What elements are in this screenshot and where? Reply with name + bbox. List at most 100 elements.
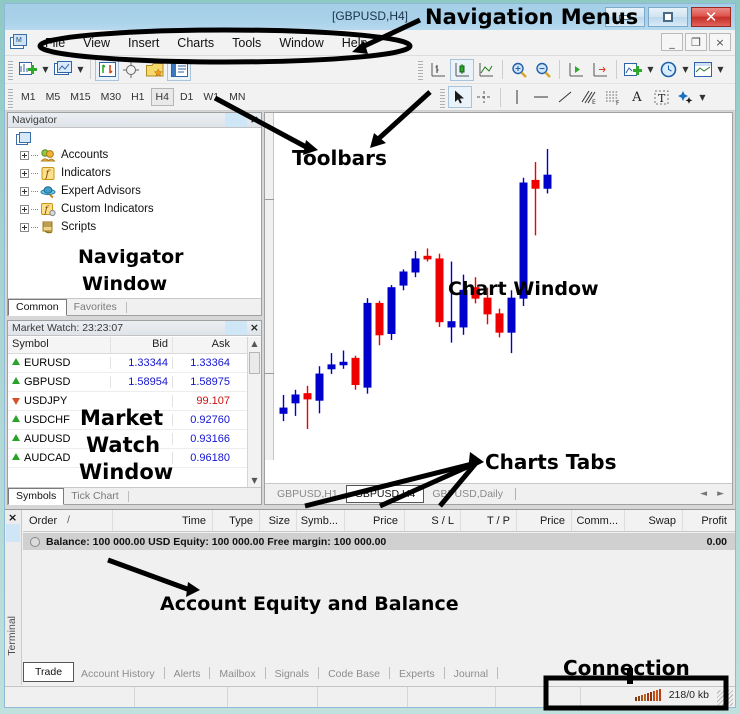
chart-shift-icon[interactable]	[588, 59, 612, 81]
new-chart-icon[interactable]	[16, 59, 40, 81]
shapes-icon[interactable]	[673, 86, 697, 108]
column-commission[interactable]: Comm...	[572, 510, 625, 531]
period-m15[interactable]: M15	[66, 89, 94, 105]
menu-item-file[interactable]: File	[36, 33, 74, 53]
expand-icon[interactable]	[20, 150, 29, 160]
crosshair-icon[interactable]	[472, 86, 496, 108]
column-order[interactable]: Order /	[23, 510, 113, 531]
menu-item-window[interactable]: Window	[270, 33, 332, 53]
indicators-dropdown-caret[interactable]: ▼	[645, 59, 656, 81]
periods-clock-icon[interactable]	[656, 59, 680, 81]
zoom-out-icon[interactable]	[531, 59, 555, 81]
column-stop-loss[interactable]: S / L	[405, 510, 461, 531]
mdi-restore-button[interactable]: ❐	[685, 33, 707, 51]
window-minimize-button[interactable]	[605, 7, 645, 27]
table-row[interactable]: AUDCAD 0.96180	[8, 449, 261, 468]
linestudies-toolbar-grip[interactable]	[440, 88, 445, 109]
period-d1[interactable]: D1	[176, 89, 197, 105]
connection-status[interactable]: 218/0 kb	[634, 689, 709, 701]
chart-tabs-prev-icon[interactable]: ◄	[700, 489, 707, 499]
vertical-line-icon[interactable]	[505, 86, 529, 108]
terminal-close-icon[interactable]: ×	[8, 511, 17, 524]
market-watch-close-icon[interactable]: ×	[250, 321, 259, 335]
navigator-item-expert-advisors[interactable]: Expert Advisors	[8, 182, 261, 200]
toolbar-grip-charts[interactable]	[418, 61, 423, 81]
menu-item-help[interactable]: Help	[333, 33, 377, 53]
toolbar-grip[interactable]	[8, 61, 13, 81]
terminal-tab-signals[interactable]: Signals	[268, 666, 316, 682]
expand-icon[interactable]	[20, 168, 29, 178]
account-summary-row[interactable]: Balance: 100 000.00 USD Equity: 100 000.…	[23, 533, 735, 550]
market-watch-tab-tick-chart[interactable]: Tick Chart	[64, 489, 125, 504]
column-size[interactable]: Size	[260, 510, 297, 531]
market-watch-scrollbar[interactable]: ▲ ▼	[247, 337, 261, 487]
scroll-up-icon[interactable]: ▲	[248, 337, 261, 350]
menu-item-charts[interactable]: Charts	[168, 33, 223, 53]
window-close-button[interactable]: ✕	[691, 7, 731, 27]
table-row[interactable]: GBPUSD 1.58954 1.58975	[8, 373, 261, 392]
chart-tab-gbpusd-h1[interactable]: GBPUSD,H1	[269, 486, 346, 502]
period-h1[interactable]: H1	[127, 89, 148, 105]
period-m5[interactable]: M5	[42, 89, 65, 105]
terminal-tab-account-history[interactable]: Account History	[74, 666, 162, 682]
terminal-tab-code-base[interactable]: Code Base	[321, 666, 387, 682]
auto-scroll-icon[interactable]	[564, 59, 588, 81]
candlestick-chart-icon[interactable]	[450, 58, 474, 81]
data-window-icon[interactable]	[119, 59, 143, 81]
profiles-icon[interactable]	[51, 59, 75, 81]
chart-canvas[interactable]	[265, 113, 732, 482]
navigator-icon[interactable]	[143, 59, 167, 81]
profiles-dropdown-caret[interactable]: ▼	[75, 59, 86, 81]
mdi-minimize-button[interactable]: _	[661, 33, 683, 51]
fibonacci-retracement-icon[interactable]: F	[601, 86, 625, 108]
resize-grip-icon[interactable]	[717, 690, 733, 706]
table-row[interactable]: AUDUSD 0.93166	[8, 430, 261, 449]
period-h4[interactable]: H4	[150, 88, 174, 106]
column-profit[interactable]: Profit	[683, 510, 735, 531]
expand-icon[interactable]	[20, 186, 29, 196]
expand-icon[interactable]	[20, 204, 29, 214]
menu-item-view[interactable]: View	[74, 33, 119, 53]
terminal-icon[interactable]	[167, 58, 191, 81]
table-row[interactable]: USDJPY 99.107	[8, 392, 261, 411]
terminal-tab-experts[interactable]: Experts	[392, 666, 442, 682]
navigator-item-indicators[interactable]: f Indicators	[8, 164, 261, 182]
chart-tabs-next-icon[interactable]: ►	[717, 489, 724, 499]
column-type[interactable]: Type	[213, 510, 260, 531]
navigator-item-accounts[interactable]: Accounts	[8, 146, 261, 164]
menu-item-tools[interactable]: Tools	[223, 33, 270, 53]
templates-dropdown-caret[interactable]: ▼	[715, 59, 726, 81]
column-symbol[interactable]: Symbol	[8, 337, 110, 353]
column-take-profit[interactable]: T / P	[461, 510, 517, 531]
window-maximize-button[interactable]	[648, 7, 688, 27]
navigator-close-icon[interactable]: ×	[250, 113, 259, 127]
equidistant-channel-icon[interactable]: E	[577, 86, 601, 108]
market-watch-tab-symbols[interactable]: Symbols	[8, 488, 65, 505]
cursor-icon[interactable]	[448, 86, 472, 108]
table-row[interactable]: EURUSD 1.33344 1.33364	[8, 354, 261, 373]
market-watch-icon[interactable]	[95, 58, 119, 81]
zoom-in-icon[interactable]	[507, 59, 531, 81]
column-ask[interactable]: Ask	[172, 337, 234, 353]
bar-chart-icon[interactable]	[426, 59, 450, 81]
terminal-tab-alerts[interactable]: Alerts	[167, 666, 208, 682]
navigator-item-custom-indicators[interactable]: f Custom Indicators	[8, 200, 261, 218]
navigator-tab-common[interactable]: Common	[8, 299, 67, 316]
column-price-open[interactable]: Price	[345, 510, 405, 531]
shapes-dropdown-caret[interactable]: ▼	[697, 86, 708, 108]
scrollbar-thumb[interactable]	[249, 352, 260, 374]
column-bid[interactable]: Bid	[110, 337, 172, 353]
column-price-close[interactable]: Price	[517, 510, 572, 531]
navigator-item-scripts[interactable]: Scripts	[8, 218, 261, 236]
new-chart-dropdown-caret[interactable]: ▼	[40, 59, 51, 81]
scroll-down-icon[interactable]: ▼	[248, 474, 261, 487]
period-m1[interactable]: M1	[17, 89, 40, 105]
period-w1[interactable]: W1	[199, 89, 223, 105]
text-label-icon[interactable]: T	[649, 86, 673, 108]
column-time[interactable]: Time	[113, 510, 213, 531]
navigator-tab-favorites[interactable]: Favorites	[67, 300, 124, 315]
indicators-icon[interactable]	[621, 59, 645, 81]
terminal-tab-mailbox[interactable]: Mailbox	[212, 666, 262, 682]
text-icon[interactable]: A	[625, 86, 649, 108]
chart-tab-gbpusd-h4[interactable]: GBPUSD,H4	[345, 485, 425, 503]
